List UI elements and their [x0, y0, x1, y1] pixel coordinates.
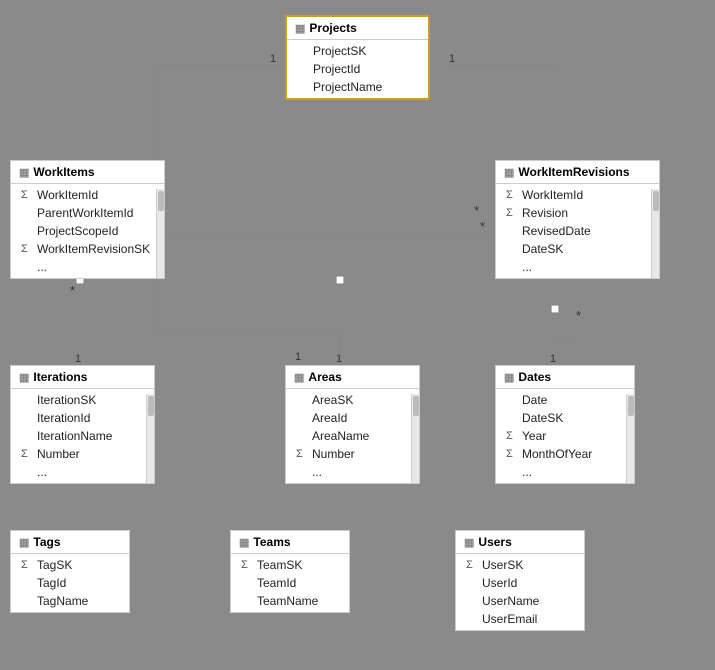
- list-item: ΣMonthOfYear: [496, 445, 634, 463]
- table-users-title: Users: [478, 535, 511, 549]
- table-dates[interactable]: ▦ Dates Date DateSK ΣYear ΣMonthOfYear .…: [495, 365, 635, 484]
- list-item: ...: [11, 258, 164, 276]
- table-teams-rows: ΣTeamSK TeamId TeamName: [231, 554, 349, 612]
- list-item: ...: [286, 463, 419, 481]
- list-item: TagId: [11, 574, 129, 592]
- table-tags-header: ▦ Tags: [11, 531, 129, 554]
- list-item: ΣNumber: [286, 445, 419, 463]
- list-item: ΣTeamSK: [231, 556, 349, 574]
- list-item: UserEmail: [456, 610, 584, 628]
- table-areas-icon: ▦: [294, 371, 304, 384]
- list-item: ΣNumber: [11, 445, 154, 463]
- table-tags-icon: ▦: [19, 536, 29, 549]
- table-areas[interactable]: ▦ Areas AreaSK AreaId AreaName ΣNumber .…: [285, 365, 420, 484]
- table-workitemrevisions-rows: ΣWorkItemId ΣRevision RevisedDate DateSK…: [496, 184, 659, 278]
- list-item: ProjectName: [287, 78, 428, 96]
- table-users[interactable]: ▦ Users ΣUserSK UserId UserName UserEmai…: [455, 530, 585, 631]
- table-iterations[interactable]: ▦ Iterations IterationSK IterationId Ite…: [10, 365, 155, 484]
- table-areas-header: ▦ Areas: [286, 366, 419, 389]
- list-item: TeamName: [231, 592, 349, 610]
- svg-text:1: 1: [270, 53, 276, 65]
- list-item: ProjectSK: [287, 42, 428, 60]
- table-users-header: ▦ Users: [456, 531, 584, 554]
- table-users-icon: ▦: [464, 536, 474, 549]
- list-item: ...: [496, 258, 659, 276]
- list-item: ΣWorkItemId: [11, 186, 164, 204]
- table-workitemrevisions-icon: ▦: [504, 166, 514, 179]
- table-areas-rows: AreaSK AreaId AreaName ΣNumber ...: [286, 389, 419, 483]
- table-workitems-header: ▦ WorkItems: [11, 161, 164, 184]
- list-item: DateSK: [496, 409, 634, 427]
- list-item: ΣTagSK: [11, 556, 129, 574]
- table-dates-title: Dates: [518, 370, 551, 384]
- list-item: ...: [11, 463, 154, 481]
- table-teams-icon: ▦: [239, 536, 249, 549]
- svg-text:1: 1: [449, 53, 455, 65]
- table-dates-icon: ▦: [504, 371, 514, 384]
- list-item: IterationSK: [11, 391, 154, 409]
- list-item: AreaName: [286, 427, 419, 445]
- table-areas-title: Areas: [308, 370, 341, 384]
- list-item: AreaSK: [286, 391, 419, 409]
- table-workitemrevisions[interactable]: ▦ WorkItemRevisions ΣWorkItemId ΣRevisio…: [495, 160, 660, 279]
- list-item: DateSK: [496, 240, 659, 258]
- table-projects-icon: ▦: [295, 22, 305, 35]
- svg-text:1: 1: [75, 353, 81, 365]
- list-item: AreaId: [286, 409, 419, 427]
- table-workitems[interactable]: ▦ WorkItems ΣWorkItemId ParentWorkItemId…: [10, 160, 165, 279]
- list-item: ...: [496, 463, 634, 481]
- svg-text:1: 1: [295, 351, 301, 363]
- areas-scrollbar[interactable]: [411, 394, 419, 483]
- table-projects[interactable]: ▦ Projects ProjectSK ProjectId ProjectNa…: [285, 15, 430, 100]
- table-dates-rows: Date DateSK ΣYear ΣMonthOfYear ...: [496, 389, 634, 483]
- list-item: ΣWorkItemRevisionSK: [11, 240, 164, 258]
- iterations-scrollbar[interactable]: [146, 394, 154, 483]
- list-item: RevisedDate: [496, 222, 659, 240]
- list-item: ΣYear: [496, 427, 634, 445]
- list-item: ProjectId: [287, 60, 428, 78]
- list-item: TeamId: [231, 574, 349, 592]
- svg-text:*: *: [70, 283, 75, 298]
- table-iterations-header: ▦ Iterations: [11, 366, 154, 389]
- table-projects-rows: ProjectSK ProjectId ProjectName: [287, 40, 428, 98]
- table-workitemrevisions-header: ▦ WorkItemRevisions: [496, 161, 659, 184]
- table-projects-title: Projects: [309, 21, 356, 35]
- list-item: UserName: [456, 592, 584, 610]
- table-iterations-icon: ▦: [19, 371, 29, 384]
- list-item: ParentWorkItemId: [11, 204, 164, 222]
- table-teams-header: ▦ Teams: [231, 531, 349, 554]
- list-item: TagName: [11, 592, 129, 610]
- list-item: ΣRevision: [496, 204, 659, 222]
- list-item: ΣWorkItemId: [496, 186, 659, 204]
- list-item: ProjectScopeId: [11, 222, 164, 240]
- list-item: UserId: [456, 574, 584, 592]
- table-teams[interactable]: ▦ Teams ΣTeamSK TeamId TeamName: [230, 530, 350, 613]
- svg-text:1: 1: [550, 353, 556, 365]
- svg-text:*: *: [480, 219, 485, 234]
- table-dates-header: ▦ Dates: [496, 366, 634, 389]
- table-workitems-icon: ▦: [19, 166, 29, 179]
- table-workitems-rows: ΣWorkItemId ParentWorkItemId ProjectScop…: [11, 184, 164, 278]
- workitemrevisions-scrollbar[interactable]: [651, 189, 659, 278]
- svg-text:*: *: [474, 203, 479, 218]
- svg-text:*: *: [576, 308, 581, 323]
- table-users-rows: ΣUserSK UserId UserName UserEmail: [456, 554, 584, 630]
- table-teams-title: Teams: [253, 535, 290, 549]
- table-iterations-rows: IterationSK IterationId IterationName ΣN…: [11, 389, 154, 483]
- diagram-canvas: 1 * 1 * 1 * * * 1 * 1 1: [0, 0, 715, 670]
- table-workitems-title: WorkItems: [33, 165, 94, 179]
- table-iterations-title: Iterations: [33, 370, 87, 384]
- svg-text:1: 1: [336, 353, 342, 365]
- table-tags[interactable]: ▦ Tags ΣTagSK TagId TagName: [10, 530, 130, 613]
- table-tags-rows: ΣTagSK TagId TagName: [11, 554, 129, 612]
- dates-scrollbar[interactable]: [626, 394, 634, 483]
- list-item: IterationId: [11, 409, 154, 427]
- list-item: ΣUserSK: [456, 556, 584, 574]
- workitems-scrollbar[interactable]: [156, 189, 164, 278]
- list-item: Date: [496, 391, 634, 409]
- table-projects-header: ▦ Projects: [287, 17, 428, 40]
- table-tags-title: Tags: [33, 535, 60, 549]
- table-workitemrevisions-title: WorkItemRevisions: [518, 165, 629, 179]
- list-item: IterationName: [11, 427, 154, 445]
